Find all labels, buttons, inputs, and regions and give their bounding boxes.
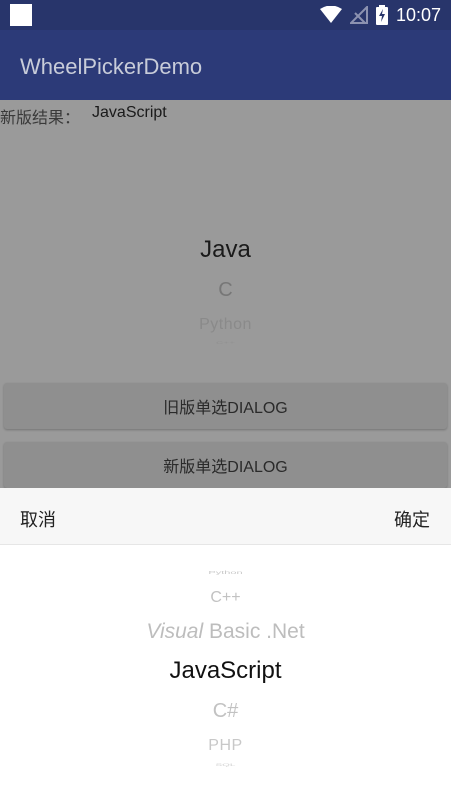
no-signal-icon xyxy=(349,6,368,24)
confirm-button[interactable]: 确定 xyxy=(394,506,430,532)
wifi-icon xyxy=(319,6,342,24)
old-dialog-button[interactable]: 旧版单选DIALOG xyxy=(4,383,447,429)
status-icons: 10:07 xyxy=(319,0,441,30)
wheel-item[interactable]: C++ xyxy=(0,589,451,607)
battery-charging-icon xyxy=(375,5,388,25)
wheel-item[interactable]: SQL xyxy=(0,763,451,767)
wheel-item-rest: Basic .Net xyxy=(203,620,305,643)
wheel-item[interactable]: Visual Basic .Net xyxy=(0,620,451,644)
wheel-item[interactable]: PHP xyxy=(0,737,451,755)
wheel-item-selected[interactable]: JavaScript xyxy=(0,657,451,685)
result-row: 新版结果： JavaScript xyxy=(0,104,167,127)
new-dialog-button[interactable]: 新版单选DIALOG xyxy=(4,442,447,488)
status-time: 10:07 xyxy=(395,4,441,25)
notification-square-icon xyxy=(10,4,32,26)
wheel-item[interactable]: C# xyxy=(0,700,451,723)
status-bar: 10:07 xyxy=(0,0,451,30)
app-title: WheelPickerDemo xyxy=(20,54,203,79)
wheel-item[interactable]: Python xyxy=(0,316,451,334)
wheel-item-italic-part: Visual xyxy=(146,620,204,643)
picker-sheet-header: 取消 确定 xyxy=(0,488,451,545)
cancel-button[interactable]: 取消 xyxy=(20,506,56,532)
result-label: 新版结果： xyxy=(0,110,81,127)
wheel-item[interactable]: C xyxy=(0,279,451,302)
wheel-item-selected[interactable]: Java xyxy=(0,236,451,264)
wheel-item[interactable]: C++ xyxy=(0,341,451,345)
result-value: JavaScript xyxy=(92,104,167,121)
wheel-item[interactable]: Python xyxy=(0,570,451,575)
app-bar: WheelPickerDemo xyxy=(0,30,451,100)
